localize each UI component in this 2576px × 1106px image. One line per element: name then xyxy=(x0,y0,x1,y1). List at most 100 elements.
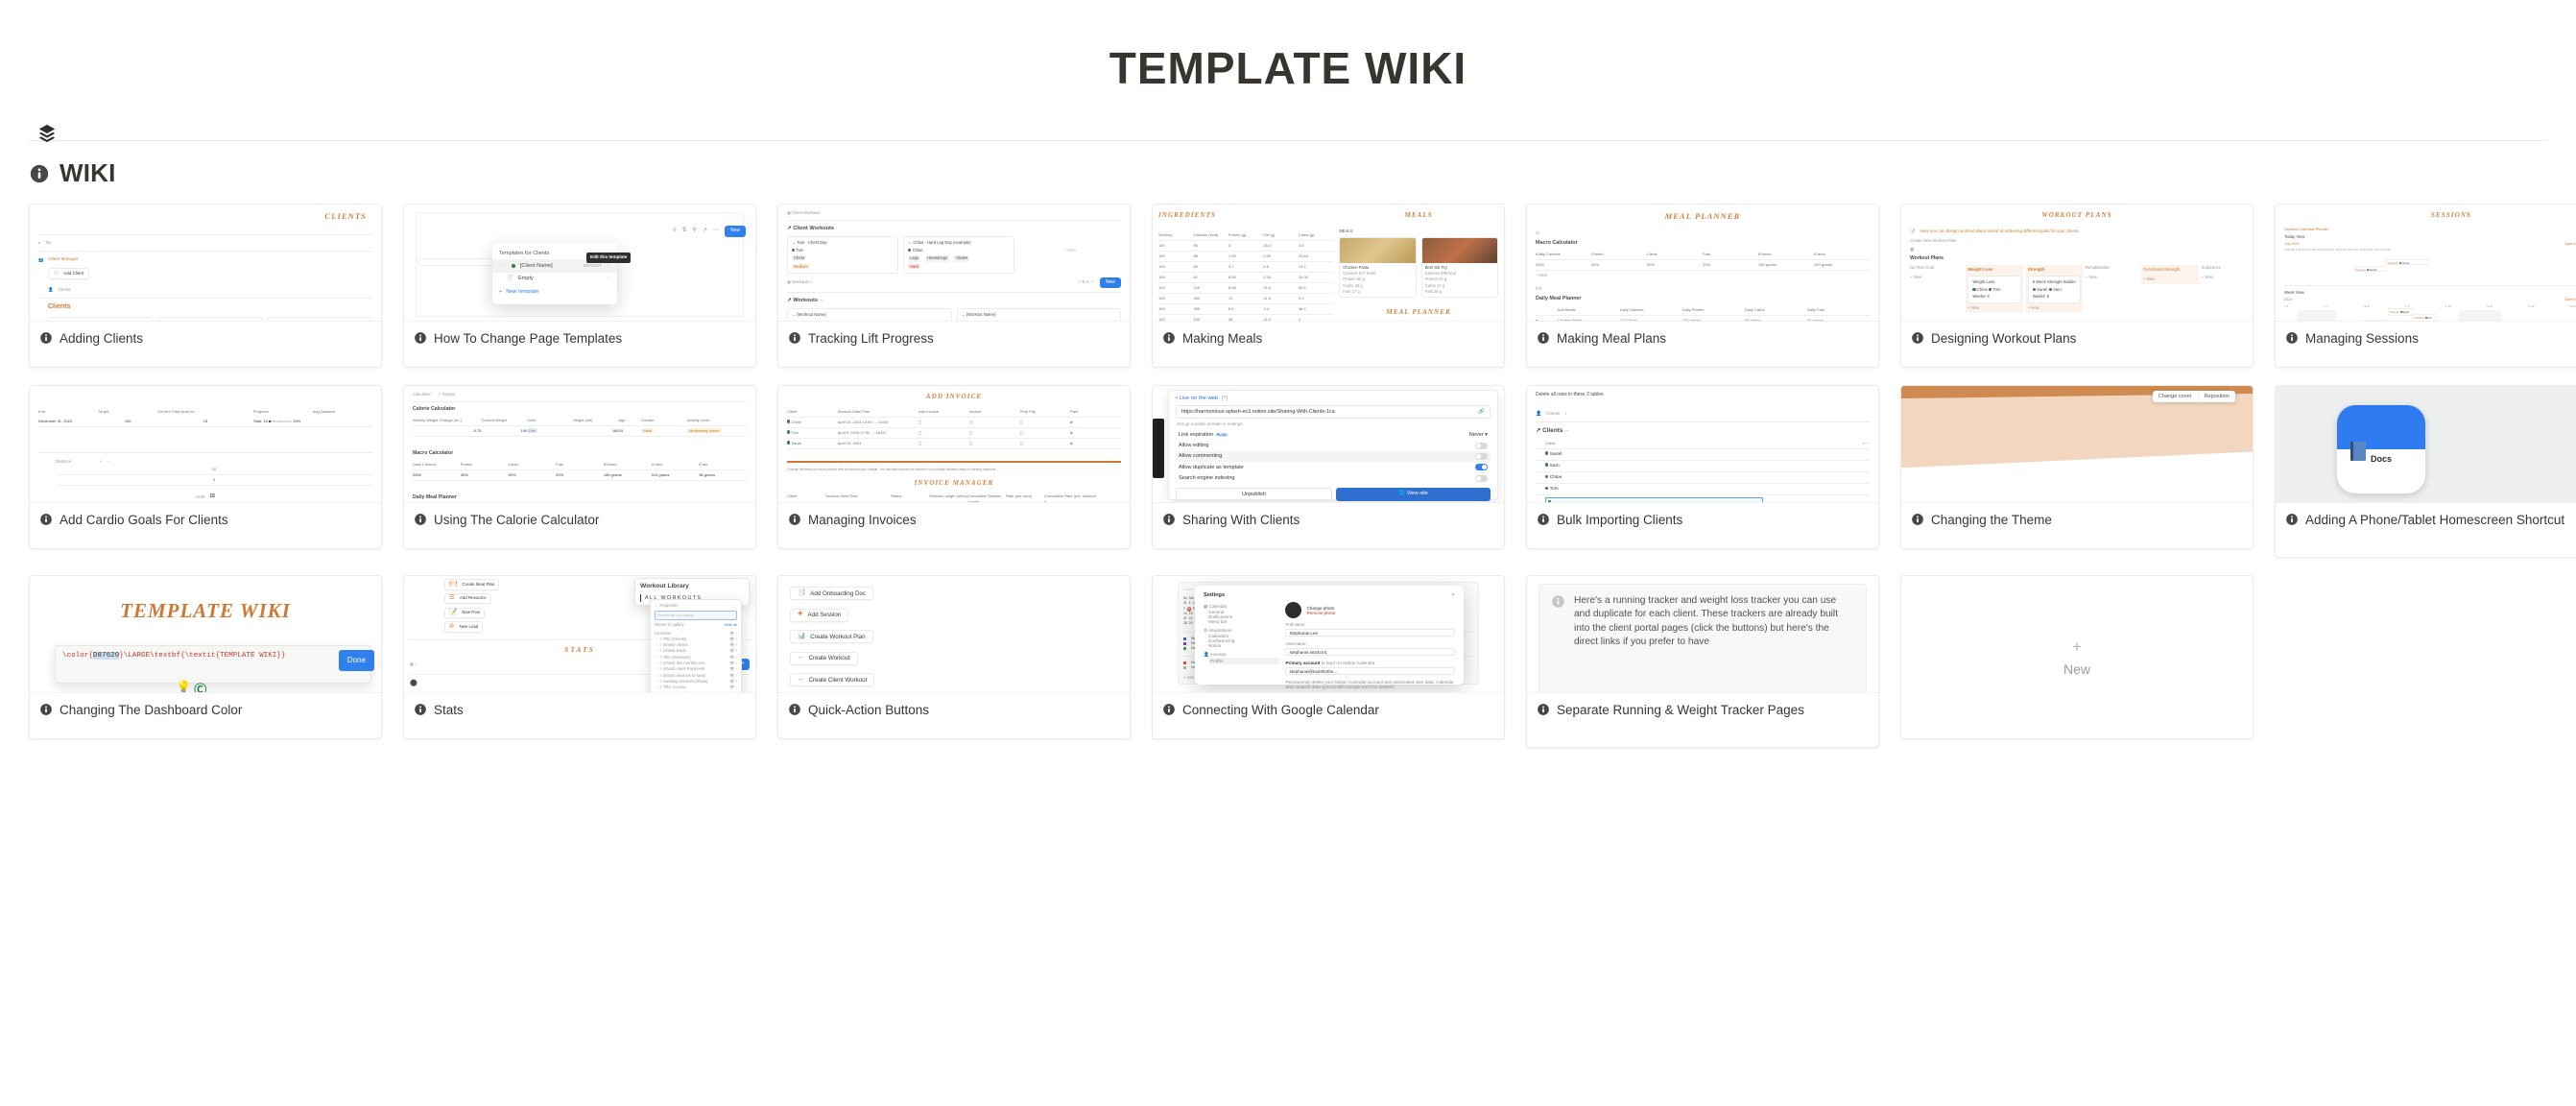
card-preview: WORKOUT PLANS 📝 Here you can design worko… xyxy=(1901,204,2253,322)
card-title-text: Making Meal Plans xyxy=(1557,331,1667,346)
change-cover-button[interactable]: Change cover xyxy=(2153,391,2198,402)
primary-account-select[interactable]: stephanie@toolsforthe... xyxy=(1285,667,1455,675)
layers-icon[interactable] xyxy=(36,123,58,144)
card-preview: INGREDIENTS Serving Calories (kcal) Protei… xyxy=(1153,204,1504,322)
info-icon xyxy=(29,163,50,184)
wiki-gallery: CLIENTS ▸ Tip 👥 Client Manager ⓘ Add Client… xyxy=(0,204,2576,748)
card-title-text: Sharing With Clients xyxy=(1182,513,1300,527)
info-icon xyxy=(1551,594,1565,692)
doc-icon: 📑 xyxy=(798,589,806,596)
bulb-icon: 💡 xyxy=(176,680,192,693)
gallery-card-connecting-with-google-calendar[interactable]: ○○○○ SuMoTuWeTh 311234 7891011 141516171… xyxy=(1152,575,1505,739)
cover-buttons[interactable]: Change cover Reposition xyxy=(2152,391,2235,402)
page-title: TEMPLATE WIKI xyxy=(1109,43,1467,93)
copy-link-icon[interactable]: 🔗 xyxy=(1478,409,1485,415)
callout-block: Here's a running tracker and weight loss… xyxy=(1538,584,1867,692)
card-preview: TEMPLATE WIKI \color{D87620}\LARGE\textb… xyxy=(30,576,381,693)
info-icon xyxy=(414,331,427,349)
gallery-card-changing-the-theme[interactable]: Change cover Reposition Changing the The… xyxy=(1900,385,2254,549)
close-icon[interactable]: ✕ xyxy=(1451,592,1455,598)
card-title: Quick-Action Buttons xyxy=(778,693,1130,721)
card-preview: 📑 Add Onboarding Doc ✚ Add Session 📊 Create… xyxy=(778,576,1130,693)
card-title-text: Tracking Lift Progress xyxy=(808,331,934,346)
info-icon xyxy=(414,513,427,531)
gallery-card-separate-tracker-pages[interactable]: Here's a running tracker and weight loss… xyxy=(1526,575,1879,748)
info-icon xyxy=(39,331,53,349)
delete-account-button[interactable]: Delete Notion Calendar account xyxy=(1285,692,1354,693)
dashboard-title-preview: TEMPLATE WIKI xyxy=(120,599,291,622)
callout-text: Here's a running tracker and weight loss… xyxy=(1574,595,1839,648)
latex-editor[interactable]: \color{D87620}\LARGE\textbf{\textit{TEMP… xyxy=(55,645,374,684)
sidebar-shadow xyxy=(1153,419,1164,478)
share-row-link-expiration[interactable]: Link expiration PLUS Never ▾ xyxy=(1176,430,1491,440)
share-row-allow-commenting[interactable]: Allow commenting xyxy=(1176,450,1491,463)
settings-modal: Settings ✕ ▦ Calendar General Notificatio… xyxy=(1195,586,1464,689)
share-row-search-indexing[interactable]: Search engine indexing xyxy=(1176,473,1491,484)
card-title-text: Managing Sessions xyxy=(2305,331,2419,346)
toggle-allow-editing[interactable] xyxy=(1475,442,1488,449)
card-preview: CLIENTS ▸ Tip 👥 Client Manager ⓘ Add Client… xyxy=(30,204,381,322)
info-icon xyxy=(39,703,53,721)
gallery-card-quick-action-buttons[interactable]: 📑 Add Onboarding Doc ✚ Add Session 📊 Create… xyxy=(777,575,1131,739)
card-title: Adding Clients xyxy=(30,322,381,349)
dumbbell-icon: ↔ xyxy=(798,654,804,661)
gallery-card-homescreen-shortcut[interactable]: Docs Adding A Phone/Tablet Homescreen Sh… xyxy=(2275,385,2576,558)
gallery-card-bulk-importing-clients[interactable]: Delete all rows in these 2 tables 👤 Clien… xyxy=(1526,385,1879,549)
new-card-label: New xyxy=(2063,661,2090,677)
reposition-button[interactable]: Reposition xyxy=(2197,391,2235,402)
card-title-text: Making Meals xyxy=(1182,331,1263,346)
toggle-search-indexing[interactable] xyxy=(1475,474,1488,482)
toggle-allow-commenting[interactable] xyxy=(1475,452,1488,460)
card-title: Making Meal Plans xyxy=(1527,322,1878,349)
card-title-text: Adding Clients xyxy=(60,331,144,346)
card-title-text: Bulk Importing Clients xyxy=(1557,513,1683,527)
share-url[interactable]: https://harmonious-splash-ec2.notion.sit… xyxy=(1176,405,1491,419)
section-header: WIKI xyxy=(0,141,2576,204)
gallery-card-changing-the-dashboard-color[interactable]: TEMPLATE WIKI \color{D87620}\LARGE\textb… xyxy=(29,575,382,739)
gallery-card-add-cardio-goals[interactable]: End Target Current Total (sum ta... Progres… xyxy=(29,385,382,549)
card-preview: Calculator ↗ Targets Calorie Calculator W… xyxy=(404,386,755,503)
qa-create-workout-plan: 📊 Create Workout Plan xyxy=(790,630,873,644)
card-title: Stats xyxy=(404,693,755,721)
info-icon xyxy=(2285,513,2299,531)
card-title: Add Cardio Goals For Clients xyxy=(30,503,381,531)
gallery-card-how-to-change-page-templates[interactable]: ≡⇅⚲↗⋯ New T Templates for Clients ⋮⋮[Cli… xyxy=(403,204,756,368)
gallery-card-adding-clients[interactable]: CLIENTS ▸ Tip 👥 Client Manager ⓘ Add Client… xyxy=(29,204,382,368)
card-title: Connecting With Google Calendar xyxy=(1153,693,1504,721)
gallery-card-tracking-lift-progress[interactable]: ▦ Client Workouts ↗ Client Workouts ↔ To… xyxy=(777,204,1131,368)
info-icon xyxy=(1162,703,1176,721)
app-icon: Docs xyxy=(2337,405,2425,493)
share-row-allow-duplicate[interactable]: Allow duplicate as template xyxy=(1176,462,1491,472)
gallery-card-designing-workout-plans[interactable]: WORKOUT PLANS 📝 Here you can design worko… xyxy=(1900,204,2254,368)
unpublish-button[interactable]: Unpublish xyxy=(1176,487,1332,501)
dumbbell-icon: ↔ xyxy=(798,675,804,683)
card-title: Making Meals xyxy=(1153,322,1504,349)
share-row-allow-editing[interactable]: Allow editing xyxy=(1176,440,1491,450)
latex-color-value: D87620 xyxy=(92,652,120,660)
gallery-card-stats[interactable]: 🍽 Create Meal Plan ☰ Add Resource 📝 New Pos… xyxy=(403,575,756,739)
new-card-button[interactable]: + New xyxy=(1900,575,2254,739)
gallery-card-using-the-calorie-calculator[interactable]: Calculator ↗ Targets Calorie Calculator W… xyxy=(403,385,756,549)
grammarly-icon: Ⓒ xyxy=(194,683,207,693)
gallery-card-making-meals[interactable]: INGREDIENTS Serving Calories (kcal) Protei… xyxy=(1152,204,1505,368)
gallery-card-sharing-with-clients[interactable]: • Live on the web. (?) https://harmoniou… xyxy=(1152,385,1505,549)
done-button[interactable]: Done xyxy=(338,650,374,672)
qa-add-onboarding-doc: 📑 Add Onboarding Doc xyxy=(790,587,874,601)
card-preview: ▦ Client Workouts ↗ Client Workouts ↔ To… xyxy=(778,204,1130,322)
username-field[interactable]: stephanie.s644cmt xyxy=(1285,648,1455,656)
card-title-text: Adding A Phone/Tablet Homescreen Shortcu… xyxy=(2305,513,2565,527)
card-preview: Change cover Reposition xyxy=(1901,386,2253,503)
card-title-text: Designing Workout Plans xyxy=(1931,331,2077,346)
gallery-card-managing-sessions[interactable]: SESSIONS Session Calendar/Planner Today … xyxy=(2275,204,2576,368)
card-title-text: Changing the Theme xyxy=(1931,513,2052,527)
full-name-field[interactable]: Stephanie Lee xyxy=(1285,629,1455,637)
plus-icon: + xyxy=(2072,637,2082,656)
view-site-button[interactable]: 🌐 View site xyxy=(1336,487,1491,501)
toggle-allow-duplicate[interactable] xyxy=(1475,464,1488,471)
info-icon xyxy=(788,513,801,531)
gallery-card-making-meal-plans[interactable]: MEAL PLANNER ⚖ Macro Calculator tDaily C… xyxy=(1526,204,1879,368)
card-preview: Delete all rows in these 2 tables 👤 Clien… xyxy=(1527,386,1878,503)
card-preview: ≡⇅⚲↗⋯ New T Templates for Clients ⋮⋮[Cli… xyxy=(404,204,755,322)
info-icon xyxy=(1162,331,1176,349)
gallery-card-managing-invoices[interactable]: ADD INVOICE Client Session Date/Time Add I… xyxy=(777,385,1131,549)
